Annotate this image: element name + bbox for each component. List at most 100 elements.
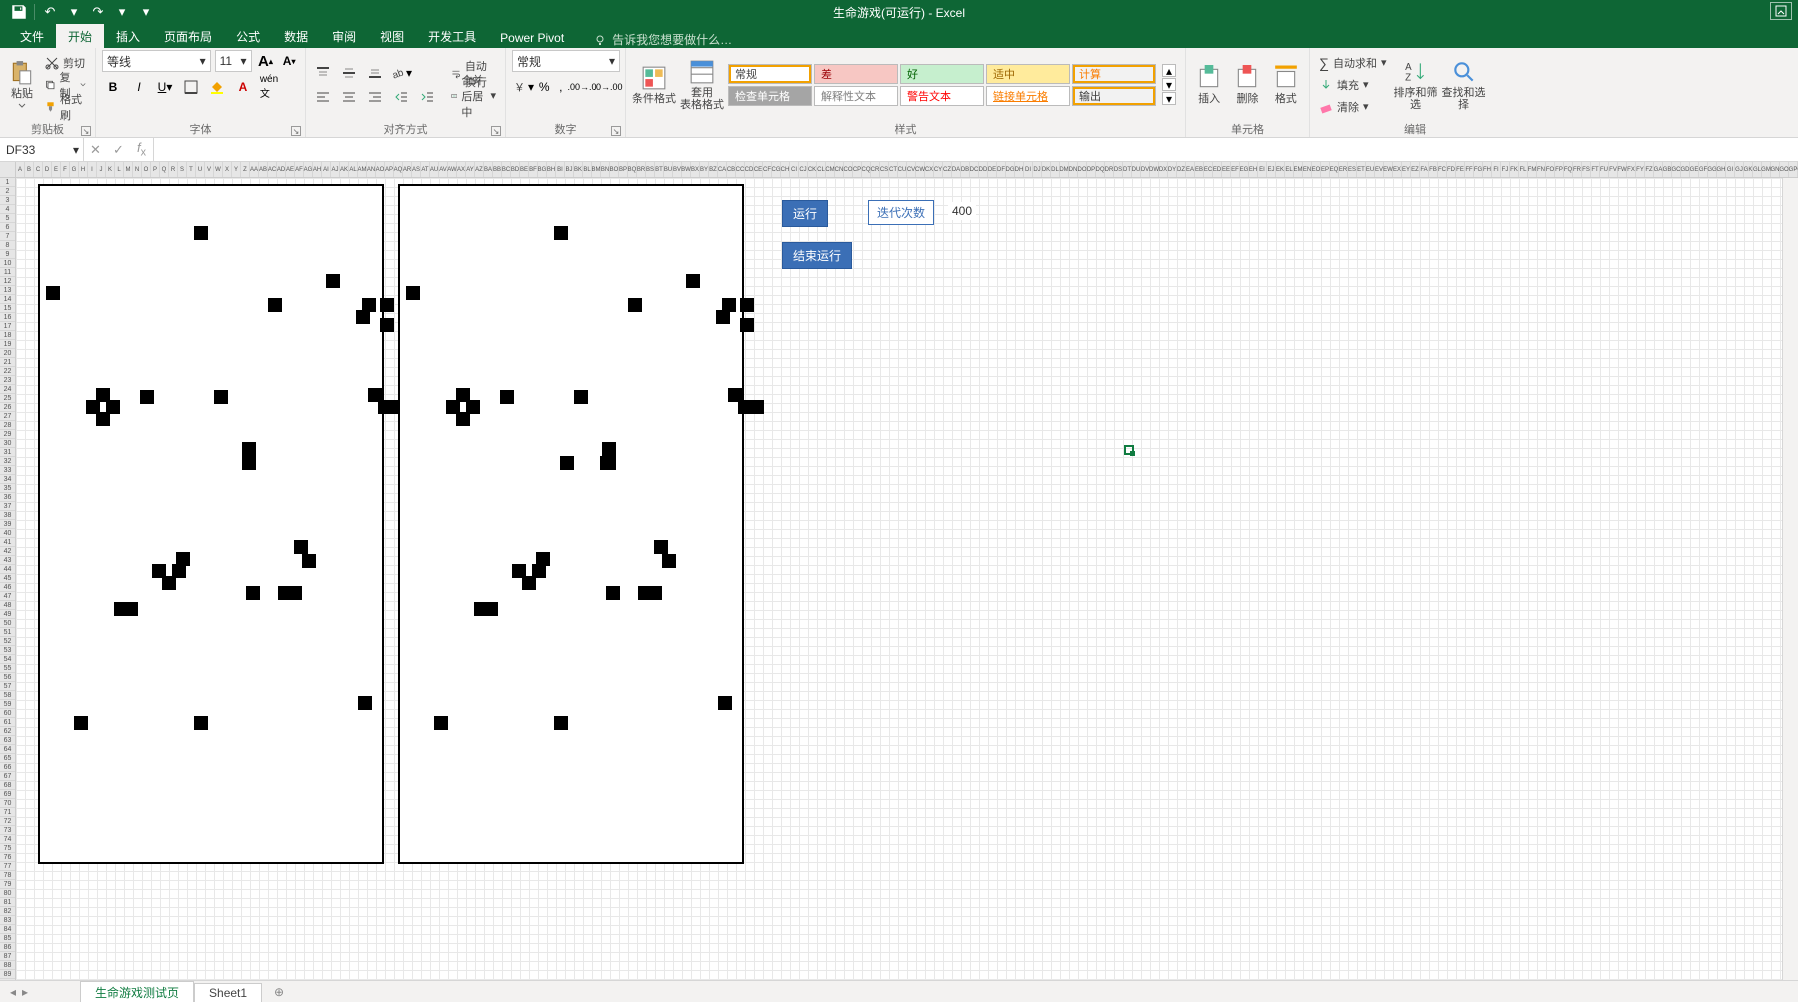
align-right-button[interactable] [364, 86, 386, 108]
align-center-button[interactable] [338, 86, 360, 108]
sheet-nav-first[interactable]: ◂ [10, 985, 16, 999]
decrease-decimal-button[interactable]: .0→.00 [597, 76, 619, 98]
cell-style-item[interactable]: 链接单元格 [986, 86, 1070, 106]
cell-styles-scroll[interactable]: ▴▾▾ [1162, 64, 1176, 105]
sort-filter-button[interactable]: AZ排序和筛选 [1394, 52, 1438, 118]
cell-style-item[interactable]: 计算 [1072, 64, 1156, 84]
tab-data[interactable]: 数据 [272, 24, 320, 48]
group-font: 等线▾ 11▾ A▴ A▾ B I U▾ A wén文 字体↘ [96, 48, 306, 137]
font-size-combo[interactable]: 11▾ [215, 50, 252, 72]
ribbon: 粘贴 剪切 复制 格式刷 剪贴板↘ 等线▾ 11▾ A▴ A▾ B I U▾ [0, 48, 1798, 138]
fill-color-button[interactable] [206, 76, 228, 98]
font-name-combo[interactable]: 等线▾ [102, 50, 211, 72]
column-headers[interactable]: ABCDEFGHIJKLMNOPQRSTUVWXYZAAABACADAEAFAG… [0, 162, 1798, 178]
align-bottom-button[interactable] [364, 62, 386, 84]
enter-formula-button[interactable]: ✓ [110, 142, 128, 158]
select-all-corner[interactable] [0, 162, 16, 177]
merge-center-button[interactable]: 合并后居中▾ [448, 86, 499, 106]
undo-icon[interactable]: ↶ [41, 3, 59, 21]
cell-style-item[interactable]: 好 [900, 64, 984, 84]
new-sheet-button[interactable]: ⊕ [268, 983, 290, 1001]
bold-button[interactable]: B [102, 76, 124, 98]
format-as-table-button[interactable]: 套用 表格格式 [680, 52, 724, 118]
orientation-button[interactable]: ab▾ [390, 62, 412, 84]
redo-icon[interactable]: ↷ [89, 3, 107, 21]
tab-file[interactable]: 文件 [8, 24, 56, 48]
qat-customize[interactable]: ▾ [137, 3, 155, 21]
font-color-button[interactable]: A [232, 76, 254, 98]
sheet-tab-0[interactable]: 生命游戏测试页 [80, 981, 194, 1002]
live-cell [194, 226, 208, 240]
clear-button[interactable]: 清除▾ [1316, 97, 1390, 117]
stop-button[interactable]: 结束运行 [782, 242, 852, 269]
tab-review[interactable]: 审阅 [320, 24, 368, 48]
cell-style-item[interactable]: 适中 [986, 64, 1070, 84]
tab-powerpivot[interactable]: Power Pivot [488, 27, 576, 48]
tab-home[interactable]: 开始 [56, 24, 104, 48]
sheet-nav-last[interactable]: ▸ [22, 985, 28, 999]
underline-button[interactable]: U▾ [154, 76, 176, 98]
name-box[interactable]: DF33▾ [0, 138, 84, 161]
live-cell [268, 298, 282, 312]
vertical-scrollbar[interactable] [1782, 178, 1798, 980]
live-cell [242, 456, 256, 470]
cell-style-item[interactable]: 差 [814, 64, 898, 84]
number-dialog-launcher[interactable]: ↘ [611, 126, 621, 136]
cell-style-item[interactable]: 警告文本 [900, 86, 984, 106]
format-cells-button[interactable]: 格式 [1269, 52, 1303, 118]
insert-cells-button[interactable]: 插入 [1192, 52, 1226, 118]
tab-developer[interactable]: 开发工具 [416, 24, 488, 48]
iteration-value-cell[interactable]: 400 [948, 202, 976, 220]
fill-button[interactable]: 填充▾ [1316, 75, 1390, 95]
formula-input[interactable] [154, 138, 1798, 161]
grow-font-button[interactable]: A▴ [256, 50, 276, 72]
paste-button[interactable]: 粘贴 [6, 52, 38, 118]
cancel-formula-button[interactable]: ✕ [87, 142, 105, 158]
accounting-format-button[interactable]: ￥▾ [512, 76, 534, 98]
percent-button[interactable]: % [538, 76, 551, 98]
cell-style-item[interactable]: 解释性文本 [814, 86, 898, 106]
cell-styles-gallery[interactable]: 常规差好适中计算检查单元格解释性文本警告文本链接单元格输出 [728, 64, 1156, 106]
cell-style-item[interactable]: 检查单元格 [728, 86, 812, 106]
brush-icon [45, 100, 56, 114]
decrease-indent-button[interactable] [390, 86, 412, 108]
format-painter-button[interactable]: 格式刷 [42, 97, 89, 117]
live-cell [648, 586, 662, 600]
worksheet-area[interactable]: 1234567891011121314151617181920212223242… [0, 178, 1798, 1002]
tab-insert[interactable]: 插入 [104, 24, 152, 48]
italic-button[interactable]: I [128, 76, 150, 98]
cell-style-item[interactable]: 常规 [728, 64, 812, 84]
conditional-formatting-button[interactable]: 条件格式 [632, 52, 676, 118]
autosum-button[interactable]: ∑自动求和▾ [1316, 53, 1390, 73]
tab-formulas[interactable]: 公式 [224, 24, 272, 48]
redo-menu[interactable]: ▾ [113, 3, 131, 21]
comma-button[interactable]: , [555, 76, 568, 98]
increase-indent-button[interactable] [416, 86, 438, 108]
align-middle-button[interactable] [338, 62, 360, 84]
number-format-combo[interactable]: 常规▾ [512, 50, 620, 72]
alignment-dialog-launcher[interactable]: ↘ [491, 126, 501, 136]
tab-page-layout[interactable]: 页面布局 [152, 24, 224, 48]
clipboard-dialog-launcher[interactable]: ↘ [81, 126, 91, 136]
phonetic-button[interactable]: wén文 [258, 76, 280, 98]
font-dialog-launcher[interactable]: ↘ [291, 126, 301, 136]
row-headers[interactable]: 1234567891011121314151617181920212223242… [0, 178, 16, 1002]
delete-cells-button[interactable]: 删除 [1230, 52, 1264, 118]
group-alignment: ab▾ 自动换行 合并后居中▾ 对齐方式↘ [306, 48, 506, 137]
fx-button[interactable]: fx [133, 140, 151, 159]
increase-decimal-button[interactable]: .00→.0 [571, 76, 593, 98]
align-left-button[interactable] [312, 86, 334, 108]
run-button[interactable]: 运行 [782, 200, 828, 227]
group-styles: 条件格式 套用 表格格式 常规差好适中计算检查单元格解释性文本警告文本链接单元格… [626, 48, 1186, 137]
sheet-tab-1[interactable]: Sheet1 [194, 983, 262, 1002]
align-top-button[interactable] [312, 62, 334, 84]
save-icon[interactable] [10, 3, 28, 21]
tell-me[interactable]: 告诉我您想要做什么… [582, 31, 744, 48]
ribbon-display-options[interactable] [1770, 2, 1792, 20]
undo-menu[interactable]: ▾ [65, 3, 83, 21]
tab-view[interactable]: 视图 [368, 24, 416, 48]
cell-style-item[interactable]: 输出 [1072, 86, 1156, 106]
find-select-button[interactable]: 查找和选择 [1442, 52, 1486, 118]
shrink-font-button[interactable]: A▾ [279, 50, 299, 72]
border-button[interactable] [180, 76, 202, 98]
